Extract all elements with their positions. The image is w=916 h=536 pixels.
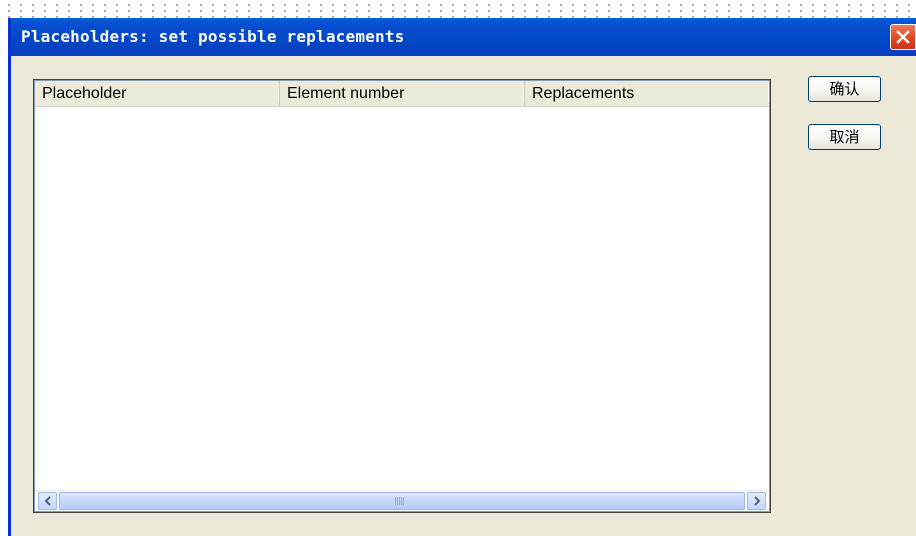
close-icon [896, 30, 910, 44]
dialog-window: Placeholders: set possible replacements … [8, 18, 916, 536]
window-title: Placeholders: set possible replacements [21, 27, 405, 46]
scroll-left-button[interactable] [38, 492, 57, 510]
scrollbar-grip [395, 497, 405, 505]
placeholder-list[interactable]: Placeholder Element number Replacements [33, 79, 771, 513]
column-header-replacements[interactable]: Replacements [525, 81, 769, 106]
chevron-right-icon [754, 496, 761, 506]
column-header-element-number[interactable]: Element number [280, 81, 525, 106]
background-dotted-edge [0, 0, 916, 18]
scrollbar-thumb[interactable] [59, 492, 745, 510]
column-header-placeholder[interactable]: Placeholder [35, 81, 280, 106]
close-button[interactable] [890, 24, 916, 50]
horizontal-scrollbar[interactable] [35, 490, 769, 511]
ok-button[interactable]: 确认 [808, 76, 881, 102]
cancel-button[interactable]: 取消 [808, 124, 881, 150]
list-header: Placeholder Element number Replacements [35, 81, 769, 107]
title-bar[interactable]: Placeholders: set possible replacements [11, 18, 916, 56]
scroll-right-button[interactable] [747, 492, 766, 510]
chevron-left-icon [44, 496, 51, 506]
